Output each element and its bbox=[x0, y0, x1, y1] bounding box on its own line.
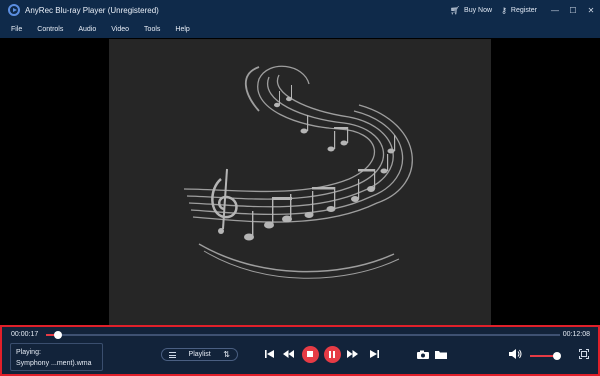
minimize-button[interactable]: — bbox=[546, 6, 564, 15]
menu-video[interactable]: Video bbox=[111, 26, 129, 33]
speaker-icon bbox=[509, 349, 522, 359]
menu-bar: File Controls Audio Video Tools Help bbox=[0, 20, 600, 38]
pause-icon bbox=[329, 350, 335, 358]
fast-forward-button[interactable] bbox=[346, 345, 359, 363]
register-link[interactable]: ⚷ Register bbox=[501, 6, 537, 15]
close-button[interactable]: ✕ bbox=[582, 6, 600, 15]
window-title: AnyRec Blu-ray Player (Unregistered) bbox=[25, 5, 159, 15]
volume-button[interactable] bbox=[508, 345, 523, 363]
stop-icon bbox=[307, 351, 313, 357]
skip-previous-icon bbox=[264, 350, 274, 358]
menu-file[interactable]: File bbox=[11, 26, 22, 33]
seek-bar[interactable] bbox=[46, 331, 560, 339]
playback-controls: 00:00:17 00:12:08 Playing: Symphony ...m… bbox=[0, 325, 600, 376]
camera-icon bbox=[417, 350, 429, 359]
next-track-button[interactable] bbox=[368, 345, 380, 363]
now-playing-panel: Playing: Symphony ...ment).wma bbox=[10, 343, 103, 371]
fullscreen-button[interactable] bbox=[577, 345, 591, 363]
video-area[interactable] bbox=[109, 39, 491, 325]
current-time: 00:00:17 bbox=[11, 331, 39, 338]
snapshot-button[interactable] bbox=[416, 345, 430, 363]
buy-now-link[interactable]: 🛒︎ Buy Now bbox=[450, 6, 492, 15]
title-bar: AnyRec Blu-ray Player (Unregistered) 🛒︎ … bbox=[0, 0, 600, 20]
rewind-button[interactable] bbox=[282, 345, 295, 363]
menu-tools[interactable]: Tools bbox=[144, 26, 160, 33]
buy-now-label: Buy Now bbox=[464, 6, 493, 14]
fullscreen-icon bbox=[579, 349, 589, 359]
previous-track-button[interactable] bbox=[263, 345, 275, 363]
volume-slider[interactable] bbox=[530, 352, 561, 360]
open-folder-button[interactable] bbox=[434, 345, 448, 363]
fast-forward-icon bbox=[347, 350, 358, 358]
seek-handle[interactable] bbox=[53, 331, 62, 339]
menu-help[interactable]: Help bbox=[175, 26, 189, 33]
menu-audio[interactable]: Audio bbox=[78, 26, 96, 33]
skip-next-icon bbox=[369, 350, 379, 358]
sort-icon[interactable]: ⇅ bbox=[223, 350, 230, 359]
maximize-button[interactable]: ☐ bbox=[564, 6, 582, 15]
register-label: Register bbox=[510, 6, 537, 14]
menu-controls[interactable]: Controls bbox=[37, 26, 63, 33]
playlist-button[interactable]: Playlist ⇅ bbox=[161, 348, 238, 361]
playlist-label: Playlist bbox=[188, 351, 211, 358]
app-logo-icon bbox=[8, 4, 20, 16]
volume-handle[interactable] bbox=[553, 352, 561, 360]
now-playing-label: Playing: bbox=[16, 349, 41, 356]
cart-icon: 🛒︎ bbox=[449, 5, 461, 15]
rewind-icon bbox=[283, 350, 294, 358]
now-playing-file: Symphony ...ment).wma bbox=[16, 360, 92, 367]
list-icon bbox=[169, 351, 176, 358]
music-notes-artwork bbox=[183, 65, 413, 279]
key-icon: ⚷ bbox=[501, 5, 507, 15]
folder-icon bbox=[435, 350, 447, 359]
stop-button[interactable] bbox=[301, 345, 319, 363]
pause-button[interactable] bbox=[323, 345, 341, 363]
total-time: 00:12:08 bbox=[562, 331, 590, 338]
